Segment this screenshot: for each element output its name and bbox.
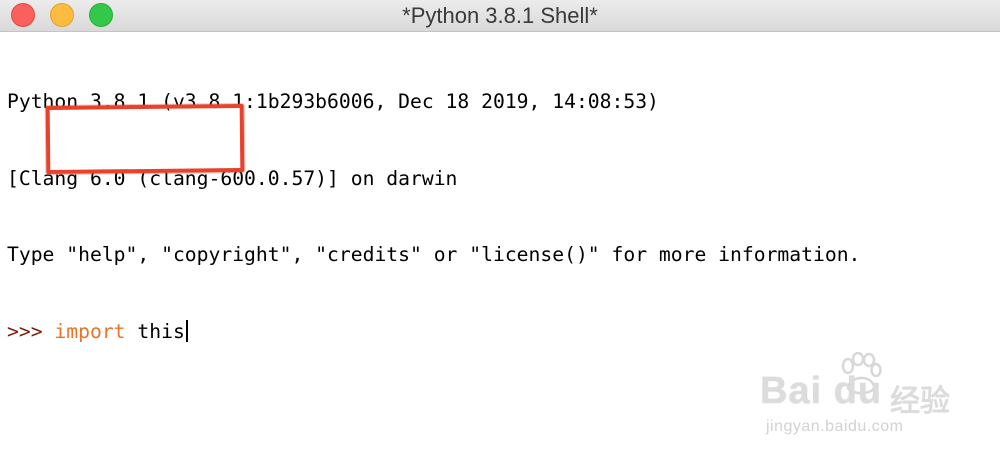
- watermark-url: jingyan.baidu.com: [766, 418, 904, 435]
- annotation-highlight-box: [45, 103, 245, 175]
- shell-prompt: >>>: [7, 319, 43, 343]
- baidu-watermark: Bai du 经验 jingyan.baidu.com: [760, 348, 985, 443]
- input-text: this: [137, 319, 185, 343]
- text-cursor: [185, 319, 188, 342]
- python-shell-window: *Python 3.8.1 Shell* Python 3.8.1 (v3.8.…: [0, 0, 1000, 459]
- banner-line-help: Type "help", "copyright", "credits" or "…: [7, 243, 861, 266]
- watermark-brand-cn: 经验: [890, 384, 950, 419]
- title-bar[interactable]: *Python 3.8.1 Shell*: [0, 0, 1000, 32]
- input-line[interactable]: >>> import this: [7, 319, 860, 345]
- watermark-brand: Bai du: [760, 370, 883, 412]
- input-keyword: import: [54, 319, 126, 343]
- window-title: *Python 3.8.1 Shell*: [402, 3, 598, 28]
- shell-console[interactable]: Python 3.8.1 (v3.8.1:1b293b6006, Dec 18 …: [7, 38, 860, 395]
